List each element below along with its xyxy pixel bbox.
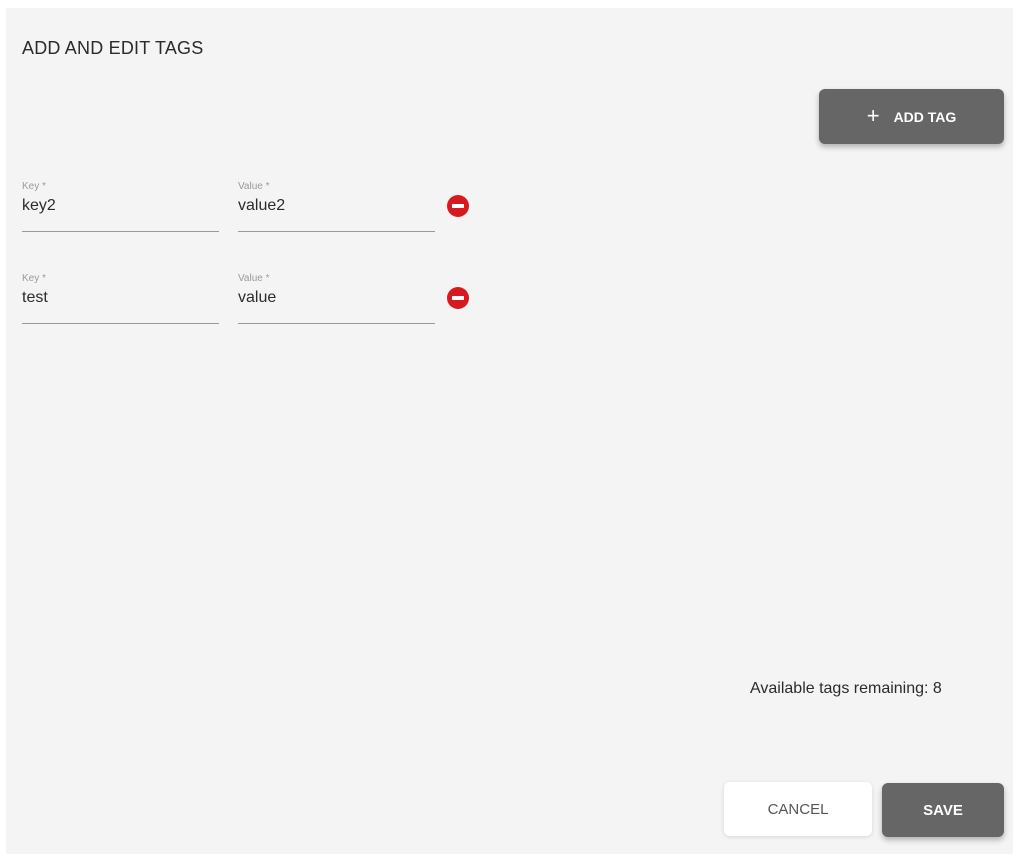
key-label: Key * — [22, 273, 46, 284]
dialog-title: ADD AND EDIT TAGS — [22, 38, 204, 58]
value-input[interactable] — [238, 289, 428, 307]
minus-circle-icon[interactable] — [447, 287, 469, 309]
tags-dialog: ADD AND EDIT TAGS + ADD TAG Key * Value … — [6, 8, 1013, 854]
key-input[interactable] — [22, 197, 212, 215]
tags-remaining-text: Available tags remaining: 8 — [750, 680, 942, 697]
minus-circle-icon[interactable] — [447, 195, 469, 217]
add-tag-button[interactable]: + ADD TAG — [819, 89, 1004, 144]
tag-row: Key * Value * — [22, 181, 492, 241]
value-field[interactable]: Value * — [238, 273, 435, 324]
save-button[interactable]: SAVE — [882, 783, 1004, 837]
key-input[interactable] — [22, 289, 212, 307]
tag-row: Key * Value * — [22, 273, 492, 333]
cancel-button[interactable]: CANCEL — [724, 782, 872, 836]
value-label: Value * — [238, 273, 270, 284]
value-label: Value * — [238, 181, 270, 192]
value-field[interactable]: Value * — [238, 181, 435, 232]
add-tag-label: ADD TAG — [893, 108, 957, 125]
plus-icon: + — [866, 102, 880, 128]
key-label: Key * — [22, 181, 46, 192]
key-field[interactable]: Key * — [22, 181, 219, 232]
key-field[interactable]: Key * — [22, 273, 219, 324]
value-input[interactable] — [238, 197, 428, 215]
